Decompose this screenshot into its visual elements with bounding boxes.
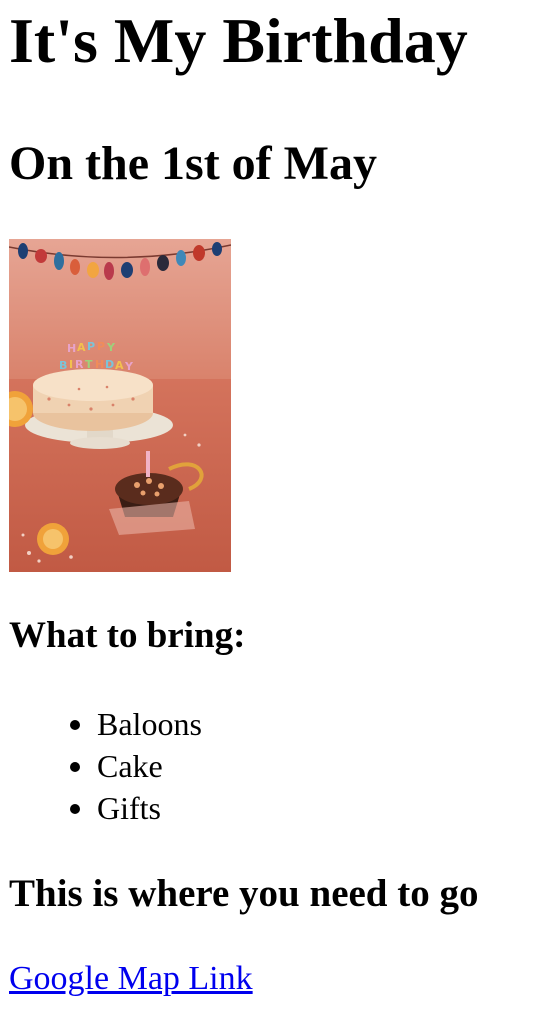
list-item-label: Cake	[97, 748, 163, 784]
bullet-icon	[70, 720, 80, 730]
svg-text:P: P	[87, 340, 95, 353]
svg-text:T: T	[85, 358, 93, 371]
page-title: It's My Birthday	[9, 5, 468, 76]
bullet-icon	[70, 804, 80, 814]
svg-text:I: I	[69, 358, 73, 371]
list-item-label: Gifts	[97, 790, 161, 826]
svg-text:D: D	[105, 358, 114, 371]
svg-text:Y: Y	[106, 341, 116, 354]
svg-text:A: A	[77, 341, 86, 354]
list-item: Baloons	[0, 705, 202, 747]
bullet-icon	[70, 762, 80, 772]
page-subtitle: On the 1st of May	[9, 137, 377, 190]
svg-text:R: R	[75, 358, 84, 371]
what-to-bring-heading: What to bring:	[9, 615, 246, 656]
bring-list: Baloons Cake Gifts	[0, 705, 202, 831]
svg-text:B: B	[59, 359, 67, 372]
svg-text:H: H	[95, 358, 104, 371]
directions-heading: This is where you need to go	[9, 872, 479, 915]
svg-text:A: A	[115, 359, 124, 372]
list-item: Cake	[0, 747, 202, 789]
svg-text:H: H	[67, 342, 76, 355]
birthday-cake-photo: H A P P Y B I R T H D A Y	[9, 239, 231, 572]
list-item-label: Baloons	[97, 706, 202, 742]
svg-text:Y: Y	[124, 360, 134, 373]
svg-text:P: P	[97, 340, 105, 353]
list-item: Gifts	[0, 789, 202, 831]
page: It's My Birthday On the 1st of May H A P…	[0, 0, 543, 1015]
google-map-link[interactable]: Google Map Link	[9, 962, 253, 996]
